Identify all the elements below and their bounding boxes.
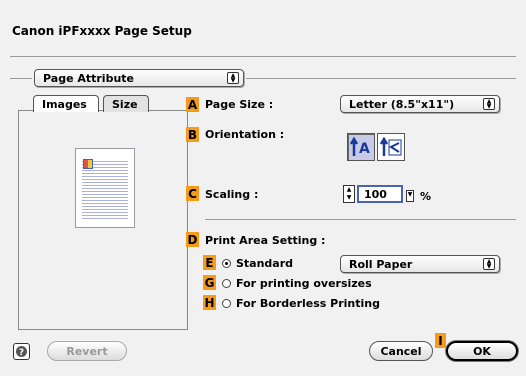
print-area-label: Print Area Setting : (205, 234, 326, 247)
radio-standard-label: Standard (236, 257, 294, 270)
help-icon: ? (16, 346, 27, 358)
ok-button[interactable]: OK (446, 341, 518, 361)
popup-arrows-icon: ▲ ▼ (483, 98, 495, 110)
radio-borderless[interactable]: For Borderless Printing (222, 297, 380, 310)
orientation-label: Orientation : (205, 128, 285, 141)
radio-standard-button[interactable] (222, 259, 231, 268)
callout-a: A (186, 97, 199, 112)
radio-borderless-label: For Borderless Printing (236, 297, 380, 310)
popup-arrows-icon: ▲ ▼ (483, 258, 495, 270)
callout-i: I (435, 333, 446, 348)
radio-borderless-button[interactable] (222, 299, 231, 308)
paper-popup-value: Roll Paper (349, 257, 413, 271)
scaling-unit-menu[interactable]: ▼ (406, 190, 414, 202)
title-divider (10, 56, 516, 57)
radio-oversizes-button[interactable] (222, 279, 231, 288)
svg-text:A: A (359, 141, 370, 157)
dialog-title: Canon iPFxxxx Page Setup (12, 24, 192, 38)
radio-oversizes-label: For printing oversizes (236, 277, 372, 290)
scaling-input[interactable]: 100 (357, 185, 403, 203)
callout-c: C (186, 186, 199, 201)
page-size-popup[interactable]: Letter (8.5"x11") ▲ ▼ (340, 95, 500, 113)
scaling-label: Scaling : (205, 188, 259, 201)
tab-images[interactable]: Images (33, 95, 99, 112)
callout-e: E (203, 255, 216, 270)
callout-d: D (186, 232, 199, 247)
section-line-left (10, 78, 32, 79)
callout-g: G (203, 275, 216, 290)
preview-image-icon (83, 159, 93, 169)
section-line-right (246, 78, 516, 79)
radio-oversizes[interactable]: For printing oversizes (222, 277, 372, 290)
revert-label: Revert (66, 344, 108, 358)
ok-label: OK (473, 344, 491, 358)
scaling-unit: % (420, 190, 432, 203)
landscape-icon (379, 136, 402, 156)
svg-text:?: ? (19, 348, 24, 358)
page-size-label: Page Size : (205, 98, 274, 111)
page-preview (75, 148, 135, 228)
portrait-button[interactable]: A (347, 133, 375, 161)
page-attribute-popup-value: Page Attribute (43, 71, 135, 85)
page-size-value: Letter (8.5"x11") (349, 97, 455, 111)
landscape-button[interactable] (377, 133, 405, 161)
portrait-icon: A (349, 136, 370, 157)
tab-size[interactable]: Size (103, 95, 149, 112)
tab-images-label: Images (42, 97, 87, 111)
page-attribute-popup[interactable]: Page Attribute ▲ ▼ (34, 69, 244, 87)
print-area-divider (205, 219, 516, 220)
callout-b: B (186, 127, 199, 142)
cancel-button[interactable]: Cancel (369, 341, 433, 361)
tab-size-label: Size (112, 97, 138, 111)
radio-standard[interactable]: Standard (222, 257, 293, 270)
cancel-label: Cancel (380, 344, 422, 358)
help-button[interactable]: ? (13, 343, 30, 360)
callout-h: H (203, 295, 216, 310)
revert-button[interactable]: Revert (47, 341, 127, 361)
scaling-value: 100 (364, 187, 387, 201)
paper-popup[interactable]: Roll Paper ▲ ▼ (340, 255, 500, 273)
popup-arrows-icon: ▲ ▼ (227, 72, 239, 84)
scaling-stepper[interactable]: ▲ ▼ (343, 185, 355, 203)
